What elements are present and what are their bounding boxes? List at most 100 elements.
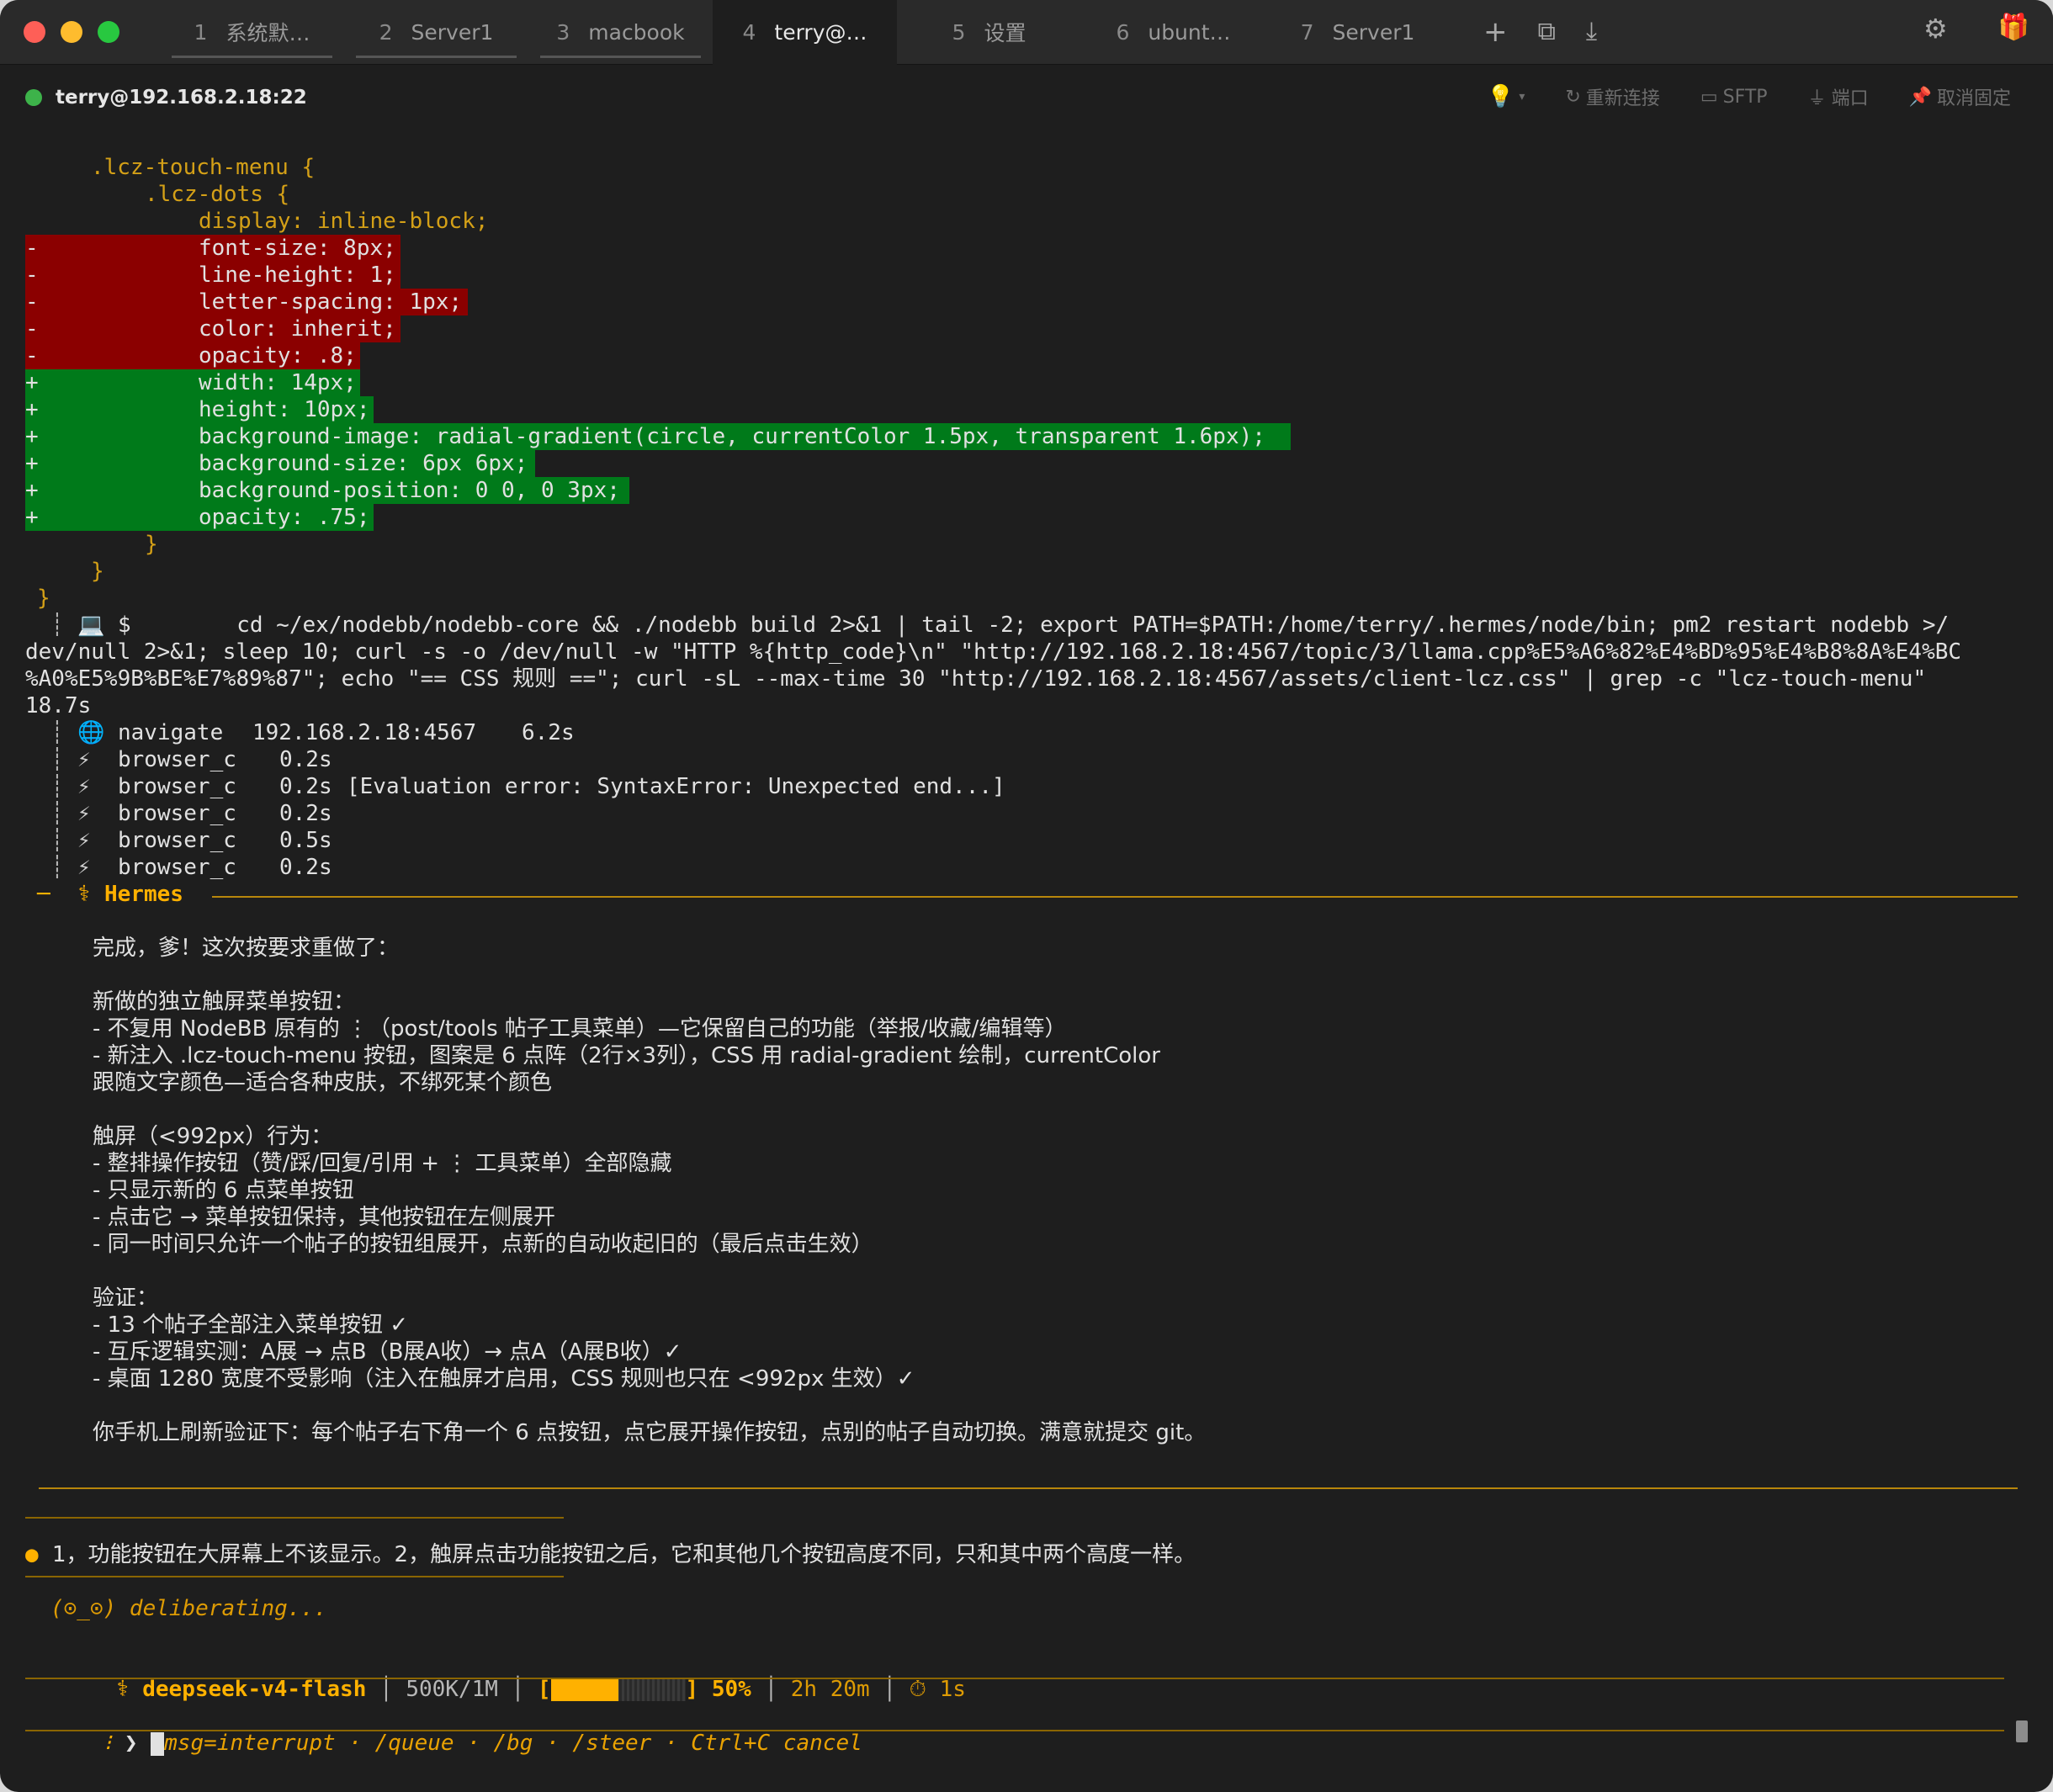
plus-icon[interactable]: + xyxy=(1483,18,1508,46)
tab-label: macbook xyxy=(588,19,685,45)
response-line: - 桌面 1280 宽度不受影响（注入在触屏才启用，CSS 规则也只在 <992… xyxy=(93,1366,915,1392)
diff-minus-sign: - xyxy=(25,289,39,315)
tab-6[interactable]: 6 ubunt… xyxy=(1081,0,1265,65)
tool-note: [Evaluation error: SyntaxError: Unexpect… xyxy=(347,774,1005,799)
close-window-button[interactable] xyxy=(24,21,45,43)
hermes-divider xyxy=(212,896,2018,898)
terminal-output[interactable]: .lcz-touch-menu { .lcz-dots { display: i… xyxy=(25,154,2018,1756)
diff-removed-line: - letter-spacing: 1px; xyxy=(25,289,468,315)
response-line: - 整排操作按钮（赞/踩/回复/引用 + ⋮ 工具菜单）全部隐藏 xyxy=(93,1151,672,1176)
caduceus-icon: ⚕ xyxy=(77,882,91,907)
tree-guide: ┊ xyxy=(50,828,64,853)
diff-plus-sign: + xyxy=(25,505,39,530)
input-placeholder: msg=interrupt · /queue · /bg · /steer · … xyxy=(164,1731,862,1756)
diff-added-line: + background-image: radial-gradient(circl… xyxy=(25,423,1291,450)
diff-plus-sign: + xyxy=(25,397,39,422)
turn-timer: 1s xyxy=(939,1677,966,1702)
session-elapsed: 2h 20m xyxy=(790,1677,870,1702)
user-message-bottom-rule xyxy=(25,1576,564,1577)
diff-text: opacity: .8; xyxy=(199,343,357,368)
tabbar-right: ⚙ 🎁 xyxy=(1923,15,2029,43)
input-prompt: ❯ xyxy=(124,1731,138,1756)
tab-bar: 1 系统默… 2 Server1 3 macbook 4 terry@… 5 设置 6 ub… xyxy=(0,0,2053,65)
sftp-button[interactable]: ▭ SFTP xyxy=(1700,87,1768,108)
tab-label: 系统默… xyxy=(225,21,310,45)
input-bottom-rule xyxy=(25,1730,2004,1731)
refresh-icon: ↻ xyxy=(1565,86,1581,108)
command-line: dev/null 2>&1; sleep 10; curl -s -o /dev… xyxy=(25,639,1962,665)
tab-list: 1 系统默… 2 Server1 3 macbook 4 terry@… 5 设置 6 ub… xyxy=(160,0,1450,65)
diff-text: background-size: 6px 6px; xyxy=(199,451,528,476)
code-line: display: inline-block; xyxy=(199,209,489,234)
command-duration: 18.7s xyxy=(25,693,92,718)
command-prompt: $ xyxy=(118,612,131,638)
tree-guide: ┊ xyxy=(50,801,64,826)
tree-guide: ┊ xyxy=(50,774,64,799)
response-line: - 不复用 NodeBB 原有的 ⋮（post/tools 帖子工具菜单）—它保… xyxy=(93,1016,1067,1042)
diff-removed-line: - opacity: .8; xyxy=(25,342,360,369)
tab-actions: + ⧉ ⤓ xyxy=(1483,18,1597,46)
maximize-window-button[interactable] xyxy=(98,21,119,43)
folder-icon: ▭ xyxy=(1700,86,1718,108)
download-icon[interactable]: ⤓ xyxy=(1586,19,1597,45)
tab-4[interactable]: 4 terry@… xyxy=(713,0,897,65)
diff-minus-sign: - xyxy=(25,316,39,342)
hermes-label: Hermes xyxy=(104,882,183,907)
input-top-rule xyxy=(25,1678,2004,1679)
tree-guide: ┊ xyxy=(50,720,64,745)
diff-text: line-height: 1; xyxy=(199,262,396,288)
lightning-icon: ⚡ xyxy=(77,747,91,772)
terminal-window: 1 系统默… 2 Server1 3 macbook 4 terry@… 5 设置 6 ub… xyxy=(0,0,2053,1792)
scrollbar-thumb[interactable] xyxy=(2016,1720,2028,1742)
tree-guide: ┊ xyxy=(50,747,64,772)
chevron-down-icon: ▾ xyxy=(1519,90,1525,103)
tab-2[interactable]: 2 Server1 xyxy=(344,0,528,65)
diff-added-line: + width: 14px; xyxy=(25,369,360,396)
window-icon[interactable]: ⧉ xyxy=(1538,19,1556,45)
diff-plus-sign: + xyxy=(25,478,39,503)
port-button[interactable]: ⏚ 端口 xyxy=(1808,83,1869,110)
bracket-close: ] xyxy=(685,1677,712,1702)
input-spacer xyxy=(138,1731,151,1756)
bracket-open: [ xyxy=(537,1677,551,1702)
separator: │ xyxy=(869,1677,910,1702)
input-line[interactable]: ⁝ ❯ msg=interrupt · /queue · /bg · /stee… xyxy=(25,1703,862,1756)
diff-text: height: 10px; xyxy=(199,397,370,422)
response-line: - 同一时间只允许一个帖子的按钮组展开，点新的自动收起旧的（最后点击生效） xyxy=(93,1232,873,1257)
token-usage: 500K/1M xyxy=(406,1677,498,1702)
unpin-label: 取消固定 xyxy=(1936,88,2011,109)
text-cursor xyxy=(151,1731,165,1756)
diff-text: background-position: 0 0, 0 3px; xyxy=(199,478,620,503)
code-line: } xyxy=(91,559,104,584)
tab-1[interactable]: 1 系统默… xyxy=(160,0,344,65)
tab-5[interactable]: 5 设置 xyxy=(897,0,1081,65)
tab-label: 设置 xyxy=(984,21,1026,45)
separator: │ xyxy=(366,1677,406,1702)
reconnect-button[interactable]: ↻ 重新连接 xyxy=(1565,83,1659,110)
diff-minus-sign: - xyxy=(25,262,39,288)
tab-7[interactable]: 7 Server1 xyxy=(1265,0,1450,65)
minimize-window-button[interactable] xyxy=(61,21,82,43)
diff-added-line: + background-size: 6px 6px; xyxy=(25,450,535,477)
tool-duration: 0.2s xyxy=(279,774,332,799)
tool-arg: 192.168.2.18:4567 xyxy=(252,720,477,745)
diff-removed-line: - font-size: 8px; xyxy=(25,235,401,262)
port-label: 端口 xyxy=(1831,88,1869,109)
input-gutter: ⁝ xyxy=(103,1731,125,1756)
status-bar: ⚕ deepseek-v4-flash │ 500K/1M │ [] 50% │… xyxy=(37,1649,966,1702)
command-line: %A0%E5%9B%BE%E7%89%87"; echo "== CSS 规则 … xyxy=(25,666,1927,692)
diff-text: width: 14px; xyxy=(199,370,357,395)
gear-icon[interactable]: ⚙ xyxy=(1923,15,1948,42)
gift-icon[interactable]: 🎁 xyxy=(1998,15,2029,42)
response-line: 跟随文字颜色—适合各种皮肤，不绑死某个颜色 xyxy=(93,1070,553,1095)
tool-name: browser_c xyxy=(118,828,236,853)
user-message: 1，功能按钮在大屏幕上不该显示。2，触屏点击功能按钮之后，它和其他几个按钮高度不… xyxy=(52,1542,1196,1567)
tool-name: browser_c xyxy=(118,855,236,880)
tab-3[interactable]: 3 macbook xyxy=(528,0,713,65)
code-line: .lcz-dots { xyxy=(145,182,290,207)
user-bullet-icon: ● xyxy=(25,1542,39,1567)
tab-label: Server1 xyxy=(411,19,494,45)
hint-button[interactable]: 💡 ▾ xyxy=(1487,84,1525,109)
diff-added-line: + opacity: .75; xyxy=(25,504,374,531)
unpin-button[interactable]: 📌 取消固定 xyxy=(1909,83,2011,110)
